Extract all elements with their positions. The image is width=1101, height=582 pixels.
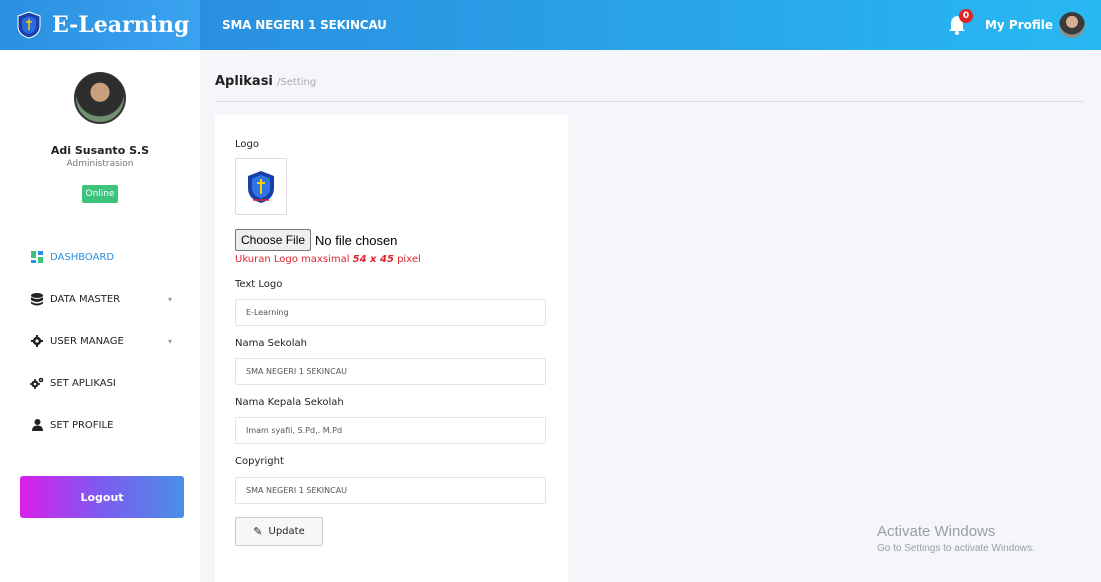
database-icon: [30, 292, 44, 306]
brand[interactable]: E-Learning: [0, 0, 200, 50]
sidebar-item-label: SET APLIKASI: [50, 377, 116, 389]
school-name: SMA NEGERI 1 SEKINCAU: [222, 18, 387, 32]
school-crest-icon: [17, 11, 41, 39]
cogs-icon: [30, 376, 44, 390]
logo-file-input: Choose File No file chosen: [235, 229, 397, 251]
sidebar: Adi Susanto S.S Administrasion Online DA…: [0, 50, 200, 582]
watermark-title: Activate Windows: [877, 523, 996, 540]
user-name: Adi Susanto S.S: [50, 144, 150, 157]
sidebar-item-dashboard[interactable]: DASHBOARD: [0, 236, 200, 278]
hint-prefix: Ukuran Logo maxsimal: [235, 254, 353, 265]
windows-watermark: Activate Windows Go to Settings to activ…: [877, 523, 1035, 554]
principal-label: Nama Kepala Sekolah: [235, 397, 344, 408]
settings-form: Logo Choose File No file chosen Ukuran L…: [215, 115, 568, 582]
principal-input[interactable]: Imam syafii, S.Pd,. M.Pd: [235, 417, 546, 444]
school-name-label: Nama Sekolah: [235, 338, 307, 349]
choose-file-button[interactable]: Choose File: [235, 229, 312, 251]
school-crest-icon: [248, 170, 274, 203]
status-badge: Online: [82, 185, 118, 203]
sidebar-item-set-aplikasi[interactable]: SET APLIKASI: [0, 362, 200, 404]
dashboard-icon: [30, 250, 44, 264]
sidebar-item-label: USER MANAGE: [50, 335, 124, 347]
notification-bell[interactable]: 0: [947, 9, 973, 36]
watermark-subtitle: Go to Settings to activate Windows.: [877, 543, 1035, 554]
sidebar-item-user-manage[interactable]: USER MANAGE ▾: [0, 320, 200, 362]
breadcrumb: Aplikasi /Setting: [215, 74, 316, 89]
text-logo-label: Text Logo: [235, 279, 283, 290]
notification-badge: 0: [958, 9, 973, 23]
my-profile-link[interactable]: My Profile: [985, 18, 1053, 32]
hint-size: 54 x 45: [352, 254, 394, 265]
breadcrumb-sub[interactable]: /Setting: [277, 77, 316, 88]
update-label: Update: [268, 526, 305, 537]
school-name-input[interactable]: SMA NEGERI 1 SEKINCAU: [235, 358, 546, 385]
user-icon: [30, 418, 44, 432]
sidebar-item-label: DATA MASTER: [50, 293, 121, 305]
file-status: No file chosen: [315, 232, 398, 248]
text-logo-input[interactable]: E-Learning: [235, 299, 546, 326]
user-role: Administrasion: [66, 159, 134, 169]
copyright-input[interactable]: SMA NEGERI 1 SEKINCAU: [235, 477, 546, 504]
gear-icon: [30, 334, 44, 348]
brand-title: E-Learning: [52, 12, 190, 38]
page-title: Aplikasi: [215, 74, 273, 89]
top-bar: E-Learning SMA NEGERI 1 SEKINCAU 0 My Pr…: [0, 0, 1101, 50]
logo-size-hint: Ukuran Logo maxsimal 54 x 45 pixel: [235, 254, 421, 265]
logout-button[interactable]: Logout: [20, 476, 184, 518]
sidebar-avatar: [74, 72, 126, 124]
update-button[interactable]: ✎ Update: [235, 517, 323, 546]
logo-preview: [235, 158, 287, 215]
pencil-icon: ✎: [253, 525, 263, 538]
chevron-down-icon: ▾: [167, 336, 172, 346]
hint-suffix: pixel: [393, 254, 421, 265]
copyright-label: Copyright: [235, 456, 284, 467]
sidebar-menu: DASHBOARD DATA MASTER ▾ USER MANAGE ▾ SE…: [0, 236, 200, 446]
sidebar-item-label: SET PROFILE: [50, 419, 114, 431]
divider: [215, 101, 1083, 102]
sidebar-item-data-master[interactable]: DATA MASTER ▾: [0, 278, 200, 320]
navbar-right: 0 My Profile: [947, 9, 1101, 38]
sidebar-item-set-profile[interactable]: SET PROFILE: [0, 404, 200, 446]
sidebar-item-label: DASHBOARD: [50, 251, 115, 263]
chevron-down-icon: ▾: [167, 294, 172, 304]
navbar: SMA NEGERI 1 SEKINCAU 0 My Profile: [200, 0, 1101, 50]
avatar[interactable]: [1059, 12, 1085, 38]
logo-label: Logo: [235, 139, 259, 150]
